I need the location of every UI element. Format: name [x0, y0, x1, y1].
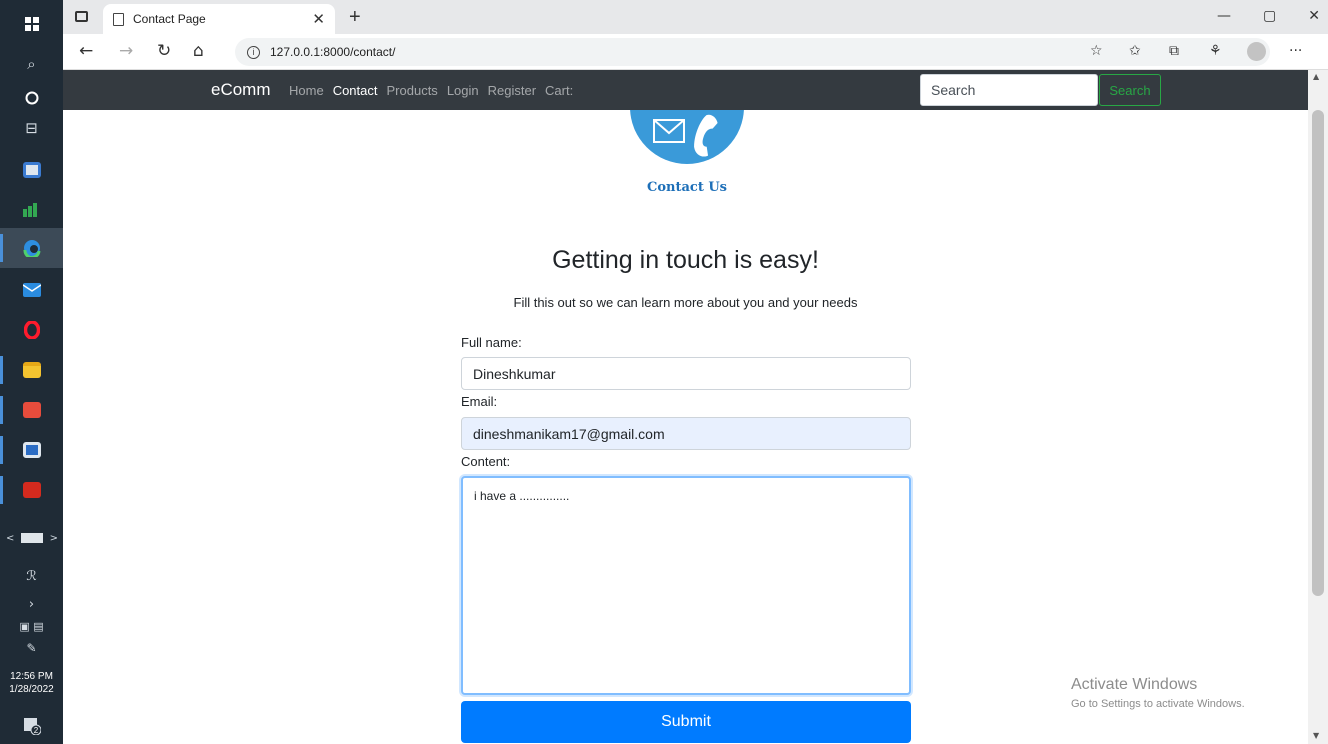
close-window-icon[interactable]: ✕ — [1308, 8, 1320, 24]
stocks-app-icon[interactable] — [0, 190, 63, 230]
acrobat-reader-icon[interactable] — [0, 470, 63, 510]
nav-link-cart[interactable]: Cart: — [545, 83, 573, 98]
nav-link-login[interactable]: Login — [447, 83, 479, 98]
watermark-title: Activate Windows — [1071, 676, 1198, 693]
window-controls: — ▢ ✕ — [1217, 8, 1320, 24]
extensions-icon[interactable]: ⚘ — [1209, 43, 1222, 59]
presentation-app-icon[interactable] — [0, 390, 63, 430]
file-explorer-icon[interactable] — [0, 350, 63, 390]
profile-avatar[interactable] — [1247, 42, 1266, 61]
forward-icon[interactable]: → — [119, 41, 133, 61]
taskbar-scroller[interactable]: < > — [6, 531, 58, 545]
logo-circle — [630, 110, 744, 164]
full-name-field[interactable] — [461, 357, 911, 390]
edge-browser-icon[interactable] — [0, 228, 63, 268]
page-icon — [113, 12, 124, 26]
activate-windows-watermark: Activate Windows Go to Settings to activ… — [1071, 676, 1245, 710]
tab-title: Contact Page — [133, 12, 206, 26]
nav-link-contact[interactable]: Contact — [333, 83, 378, 98]
full-name-label: Full name: — [461, 335, 522, 350]
notification-count: 2 — [33, 726, 38, 735]
url-text: 127.0.0.1:8000/contact/ — [270, 45, 396, 59]
add-favorite-icon[interactable]: ☆ — [1090, 43, 1103, 59]
nav-link-products[interactable]: Products — [387, 83, 438, 98]
page-heading: Getting in touch is easy! — [552, 246, 819, 274]
windows-start-icon[interactable] — [0, 4, 63, 44]
restore-icon[interactable]: ▢ — [1263, 8, 1276, 24]
page-scrollbar[interactable]: ▲ ▼ — [1308, 70, 1328, 744]
action-center-icon[interactable]: 2 — [0, 706, 63, 744]
clock-date: 1/28/2022 — [9, 684, 54, 695]
scroll-down-icon[interactable]: ▼ — [1313, 731, 1319, 740]
chevron-right-icon[interactable]: > — [50, 533, 58, 544]
page-subheading: Fill this out so we can learn more about… — [513, 295, 858, 310]
minimize-icon[interactable]: — — [1217, 8, 1231, 24]
browser-toolbar: ← → ↻ ⌂ i 127.0.0.1:8000/contact/ ☆ ✩ ⧉ … — [63, 34, 1328, 70]
scroll-up-icon[interactable]: ▲ — [1313, 72, 1319, 81]
logo-caption: Contact Us — [647, 180, 727, 195]
store-icon[interactable] — [0, 150, 63, 190]
brand-logo[interactable]: eComm — [211, 80, 271, 100]
mail-icon[interactable] — [0, 270, 63, 310]
site-info-icon[interactable]: i — [247, 45, 260, 59]
task-view-icon[interactable]: ⊟ — [0, 108, 63, 148]
taskbar-scroll-thumb[interactable] — [21, 533, 43, 543]
back-icon[interactable]: ← — [79, 41, 93, 61]
search-input[interactable] — [920, 74, 1098, 106]
email-label: Email: — [461, 394, 498, 409]
home-icon[interactable]: ⌂ — [193, 41, 204, 61]
collections-icon[interactable]: ⧉ — [1169, 43, 1179, 59]
address-bar[interactable]: i 127.0.0.1:8000/contact/ — [235, 38, 1270, 66]
windows-taskbar: ⌕ ⊟ < > ℛ › ▣ ▤ ✎ 12:56 PM 1/28/2022 2 — [0, 0, 63, 744]
nav-link-register[interactable]: Register — [488, 83, 536, 98]
chevron-left-icon[interactable]: < — [6, 533, 14, 544]
taskbar-clock[interactable]: 12:56 PM 1/28/2022 — [0, 670, 63, 696]
more-menu-icon[interactable]: ··· — [1289, 43, 1302, 59]
tab-contact-page[interactable]: Contact Page ✕ — [103, 4, 335, 34]
search-button[interactable]: Search — [1099, 74, 1161, 106]
nav-link-home[interactable]: Home — [289, 83, 324, 98]
favorites-icon[interactable]: ✩ — [1129, 43, 1141, 59]
tab-actions-icon[interactable] — [75, 11, 88, 22]
clock-time: 12:56 PM — [10, 671, 53, 682]
email-field[interactable] — [461, 417, 911, 450]
watermark-subtitle: Go to Settings to activate Windows. — [1071, 698, 1245, 710]
refresh-icon[interactable]: ↻ — [157, 41, 171, 61]
opera-icon[interactable] — [0, 310, 63, 350]
new-tab-button[interactable]: + — [349, 6, 361, 29]
content-label: Content: — [461, 454, 511, 469]
site-navbar: eComm Home Contact Products Login Regist… — [63, 70, 1308, 110]
contact-page-content: Contact Us Getting in touch is easy! Fil… — [63, 110, 1308, 744]
word-app-icon[interactable] — [0, 430, 63, 470]
submit-button[interactable]: Submit — [461, 701, 911, 743]
scrollbar-thumb[interactable] — [1312, 110, 1324, 596]
nav-links: Home Contact Products Login Register Car… — [289, 83, 573, 98]
content-textarea[interactable]: i have a ............... — [461, 476, 911, 695]
close-tab-icon[interactable]: ✕ — [312, 10, 325, 28]
browser-tab-strip: Contact Page ✕ + — ▢ ✕ — [63, 0, 1328, 34]
contact-us-logo: Contact Us — [630, 110, 744, 195]
pen-icon[interactable]: ✎ — [0, 628, 63, 668]
